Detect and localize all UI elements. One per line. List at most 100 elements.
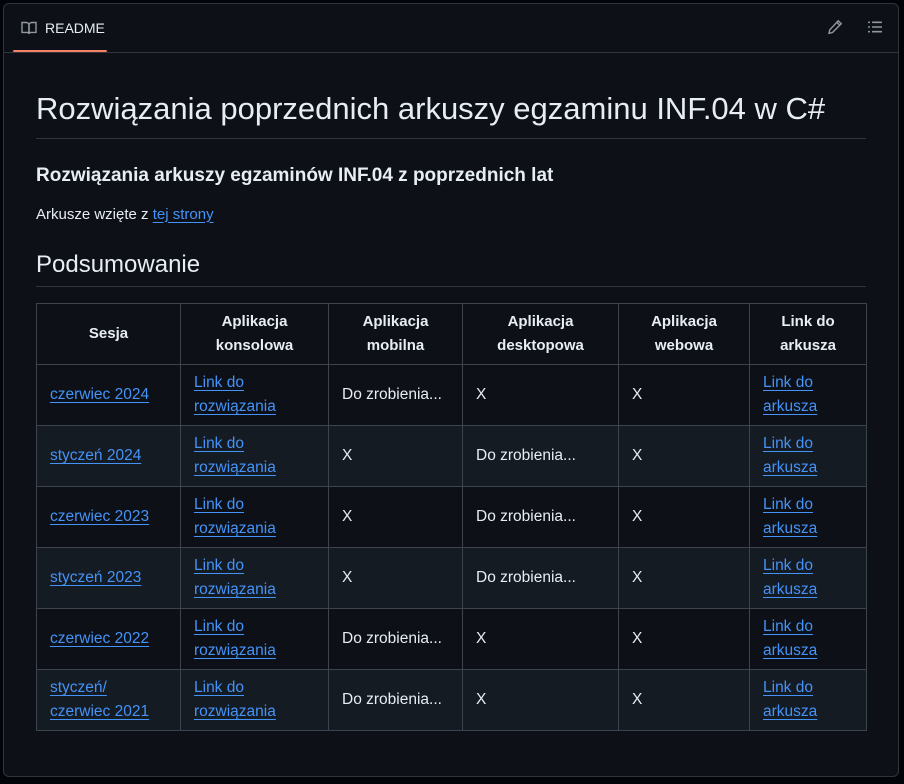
cell-text-line: arkusza (763, 581, 818, 598)
sheet-link-cell: Link do arkusza (749, 486, 867, 548)
cell-text-line: rozwiązania (194, 703, 276, 720)
subtitle: Rozwiązania arkuszy egzaminów INF.04 z p… (36, 164, 554, 186)
cell-text-line: Link do (194, 374, 244, 391)
sheet-link[interactable]: Link do arkusza (763, 679, 817, 720)
cell-text-line: czerwiec 2023 (50, 508, 150, 525)
session-link-cell: styczeń 2024 (36, 425, 181, 487)
cell-text-line: Link do (781, 313, 835, 330)
header-sheet-link: Link do arkusza (749, 303, 867, 365)
session-link-cell: czerwiec 2022 (36, 608, 181, 670)
solution-link[interactable]: Link do rozwiązania (194, 435, 276, 476)
sheet-link-cell: Link do arkusza (749, 364, 867, 426)
section-title: Podsumowanie (36, 250, 866, 287)
cell-text-line: Link do (763, 496, 813, 513)
header-console-app: Aplikacja konsolowa (180, 303, 329, 365)
session-link[interactable]: czerwiec 2024 (50, 386, 149, 403)
cell-text-line: Link do (763, 435, 813, 452)
cell-text-line: styczeń 2023 (50, 569, 142, 586)
sheet-link[interactable]: Link do arkusza (763, 618, 817, 659)
cell-text-line: Aplikacja (507, 313, 574, 330)
solution-link[interactable]: Link do rozwiązania (194, 679, 276, 720)
sheet-link-cell: Link do arkusza (749, 547, 867, 609)
session-link-cell: czerwiec 2024 (36, 364, 181, 426)
sheet-link-cell: Link do arkusza (749, 425, 867, 487)
desktop-status: X (462, 608, 619, 670)
solution-link[interactable]: Link do rozwiązania (194, 618, 276, 659)
header-session: Sesja (36, 303, 181, 365)
pencil-icon[interactable] (826, 18, 844, 36)
cell-text-line: styczeń 2024 (50, 447, 142, 464)
cell-text-line: konsolowa (215, 337, 294, 354)
web-status: X (618, 608, 750, 670)
web-status: X (618, 425, 750, 487)
session-link-cell: styczeń 2023 (36, 547, 181, 609)
table-row: czerwiec 2022 Link do rozwiązania Do zrobie… (36, 608, 867, 670)
source-link[interactable]: tej strony (153, 206, 214, 223)
header-mobile-app: Aplikacja mobilna (328, 303, 463, 365)
solution-link-cell: Link do rozwiązania (180, 425, 329, 487)
readme-header: README (4, 4, 898, 53)
mobile-status: X (328, 425, 463, 487)
sheet-link[interactable]: Link do arkusza (763, 435, 817, 476)
session-link[interactable]: styczeń 2023 (50, 569, 141, 586)
sheet-link-cell: Link do arkusza (749, 669, 867, 731)
cell-text-line: czerwiec 2021 (50, 703, 150, 720)
cell-text-line: desktopowa (497, 337, 584, 354)
cell-text-line: Link do (194, 679, 244, 696)
cell-text-line: Aplikacja (362, 313, 429, 330)
cell-text-line: arkusza (763, 703, 818, 720)
cell-text-line: Link do (194, 435, 244, 452)
sheet-link[interactable]: Link do arkusza (763, 374, 817, 415)
sheet-link[interactable]: Link do arkusza (763, 557, 817, 598)
solution-link[interactable]: Link do rozwiązania (194, 557, 276, 598)
source-note: Arkusze wzięte z tej strony (36, 204, 866, 227)
header-desktop-app: Aplikacja desktopowa (462, 303, 619, 365)
table-row: styczeń/czerwiec 2021 Link do rozwiązania D… (36, 669, 867, 731)
session-link[interactable]: styczeń 2024 (50, 447, 141, 464)
sheet-link[interactable]: Link do arkusza (763, 496, 817, 537)
desktop-status: X (462, 669, 619, 731)
cell-text-line: Link do (763, 374, 813, 391)
mobile-status: Do zrobienia... (328, 364, 463, 426)
desktop-status: Do zrobienia... (462, 547, 619, 609)
tab-readme[interactable]: README (13, 4, 107, 52)
solution-link[interactable]: Link do rozwiązania (194, 496, 276, 537)
cell-text-line: Link do (194, 618, 244, 635)
web-status: X (618, 669, 750, 731)
table-row: styczeń 2024 Link do rozwiązania X Do zrobie… (36, 425, 867, 487)
mobile-status: X (328, 486, 463, 548)
web-status: X (618, 547, 750, 609)
session-link[interactable]: styczeń/czerwiec 2021 (50, 679, 149, 720)
list-icon[interactable] (866, 18, 884, 36)
cell-text-line: czerwiec 2024 (50, 386, 150, 403)
tab-readme-label: README (45, 19, 105, 36)
solution-link[interactable]: Link do rozwiązania (194, 374, 276, 415)
solution-link-cell: Link do rozwiązania (180, 608, 329, 670)
solution-link-cell: Link do rozwiązania (180, 364, 329, 426)
table-row: czerwiec 2024 Link do rozwiązania Do zrobie… (36, 364, 867, 426)
cell-text-line: rozwiązania (194, 398, 276, 415)
table-row: czerwiec 2023 Link do rozwiązania X Do zrobi… (36, 486, 867, 548)
cell-text-line: arkusza (780, 337, 836, 354)
summary-table: Sesja Aplikacja konsolowa Aplikacja mobilna A… (36, 303, 867, 731)
cell-text-line: rozwiązania (194, 581, 276, 598)
session-link[interactable]: czerwiec 2022 (50, 630, 149, 647)
cell-text-line: rozwiązania (194, 459, 276, 476)
desktop-status: Do zrobienia... (462, 486, 619, 548)
desktop-status: Do zrobienia... (462, 425, 619, 487)
cell-text-line: mobilna (366, 337, 425, 354)
cell-text-line: arkusza (763, 642, 818, 659)
cell-text-line: Link do (763, 679, 813, 696)
solution-link-cell: Link do rozwiązania (180, 486, 329, 548)
mobile-status: X (328, 547, 463, 609)
mobile-status: Do zrobienia... (328, 608, 463, 670)
cell-text-line: Link do (194, 496, 244, 513)
readme-box: README Rozwiązania poprzednich arkuszy e… (3, 3, 899, 777)
cell-text-line: arkusza (763, 520, 818, 537)
session-link[interactable]: czerwiec 2023 (50, 508, 149, 525)
cell-text-line: rozwiązania (194, 642, 276, 659)
cell-text-line: arkusza (763, 398, 818, 415)
page-title: Rozwiązania poprzednich arkuszy egzaminu… (36, 53, 866, 139)
cell-text-line: arkusza (763, 459, 818, 476)
cell-text-line: czerwiec 2022 (50, 630, 150, 647)
